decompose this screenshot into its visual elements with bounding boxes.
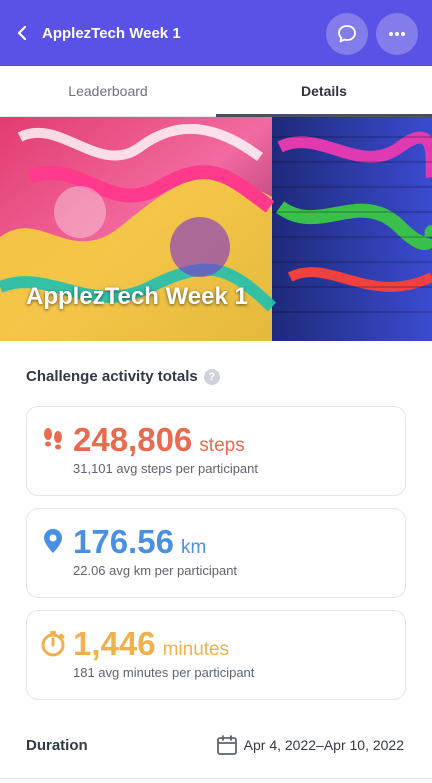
activity-title-text: Challenge activity totals xyxy=(26,368,198,385)
steps-unit: steps xyxy=(199,435,245,456)
distance-unit: km xyxy=(180,537,207,558)
tab-details[interactable]: Details xyxy=(216,66,432,117)
minutes-unit: minutes xyxy=(162,639,230,660)
chat-button[interactable] xyxy=(326,13,368,55)
app-bar: ApplezTech Week 1 xyxy=(0,0,432,66)
tab-bar: Leaderboard Details xyxy=(0,66,432,117)
minutes-average: 181 avg minutes per participant xyxy=(73,665,255,680)
stopwatch-icon xyxy=(41,631,65,657)
app-bar-title: ApplezTech Week 1 xyxy=(42,24,181,42)
more-dots-icon xyxy=(389,32,405,36)
distance-average: 22.06 avg km per participant xyxy=(73,563,238,578)
bottom-divider xyxy=(0,778,432,779)
minutes-card: 1,446 minutes 181 avg minutes per partic… xyxy=(26,610,406,700)
location-pin-icon xyxy=(44,529,62,553)
back-arrow-icon xyxy=(17,25,27,41)
hero-title: ApplezTech Week 1 xyxy=(26,283,248,310)
challenge-hero-image: ApplezTech Week 1 xyxy=(0,117,432,341)
duration-value-group: Apr 4, 2022–Apr 10, 2022 xyxy=(216,734,404,756)
distance-total-value: 176.56 xyxy=(73,523,174,560)
duration-row: Duration Apr 4, 2022–Apr 10, 2022 xyxy=(26,728,404,762)
footsteps-icon xyxy=(44,428,62,450)
more-options-button[interactable] xyxy=(376,13,418,55)
duration-dates: Apr 4, 2022–Apr 10, 2022 xyxy=(243,737,404,753)
help-icon[interactable]: ? xyxy=(203,368,220,385)
tab-leaderboard[interactable]: Leaderboard xyxy=(0,66,216,116)
chat-bubble-icon xyxy=(338,25,356,43)
calendar-icon xyxy=(216,735,237,755)
activity-section-title: Challenge activity totals ? xyxy=(26,368,220,385)
distance-card: 176.56 km 22.06 avg km per participant xyxy=(26,508,406,598)
steps-total-value: 248,806 xyxy=(73,421,193,458)
minutes-total-value: 1,446 xyxy=(73,625,156,662)
steps-card: 248,806 steps 31,101 avg steps per parti… xyxy=(26,406,406,496)
back-button[interactable] xyxy=(10,21,34,45)
steps-average: 31,101 avg steps per participant xyxy=(73,461,259,476)
duration-label: Duration xyxy=(26,736,88,754)
